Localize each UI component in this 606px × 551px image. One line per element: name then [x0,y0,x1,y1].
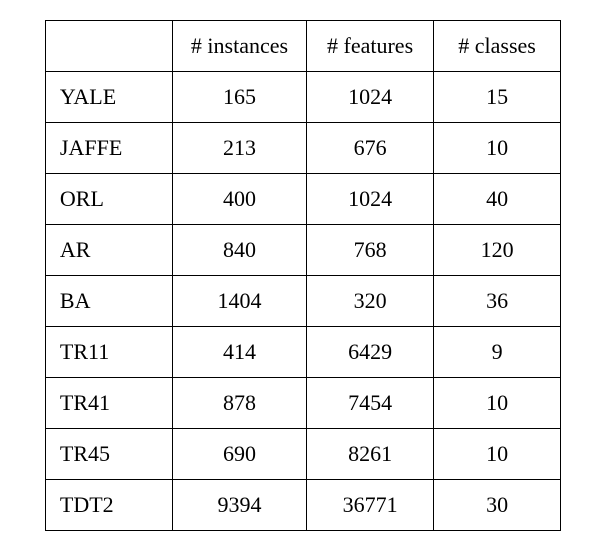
data-table: # instances # features # classes YALE 16… [45,20,561,531]
table-row: TR45 690 8261 10 [45,429,560,480]
row-label: TR11 [45,327,172,378]
cell-features: 8261 [307,429,434,480]
table-row: ORL 400 1024 40 [45,174,560,225]
cell-features: 6429 [307,327,434,378]
cell-classes: 36 [434,276,561,327]
cell-features: 36771 [307,480,434,531]
cell-instances: 1404 [172,276,306,327]
row-label: TR41 [45,378,172,429]
cell-instances: 9394 [172,480,306,531]
row-label: ORL [45,174,172,225]
table-row: AR 840 768 120 [45,225,560,276]
cell-instances: 690 [172,429,306,480]
cell-features: 320 [307,276,434,327]
row-label: JAFFE [45,123,172,174]
cell-features: 1024 [307,72,434,123]
table-row: TDT2 9394 36771 30 [45,480,560,531]
cell-features: 768 [307,225,434,276]
cell-features: 7454 [307,378,434,429]
table-row: JAFFE 213 676 10 [45,123,560,174]
header-empty [45,21,172,72]
header-features: # features [307,21,434,72]
header-instances: # instances [172,21,306,72]
table-row: TR41 878 7454 10 [45,378,560,429]
cell-instances: 414 [172,327,306,378]
row-label: TR45 [45,429,172,480]
cell-classes: 10 [434,378,561,429]
cell-instances: 165 [172,72,306,123]
header-row: # instances # features # classes [45,21,560,72]
row-label: AR [45,225,172,276]
cell-classes: 9 [434,327,561,378]
cell-instances: 840 [172,225,306,276]
cell-classes: 10 [434,123,561,174]
cell-classes: 120 [434,225,561,276]
row-label: YALE [45,72,172,123]
row-label: TDT2 [45,480,172,531]
cell-instances: 400 [172,174,306,225]
row-label: BA [45,276,172,327]
table-row: BA 1404 320 36 [45,276,560,327]
table-row: YALE 165 1024 15 [45,72,560,123]
cell-classes: 40 [434,174,561,225]
cell-classes: 30 [434,480,561,531]
cell-features: 676 [307,123,434,174]
cell-classes: 15 [434,72,561,123]
table-row: TR11 414 6429 9 [45,327,560,378]
cell-classes: 10 [434,429,561,480]
cell-instances: 878 [172,378,306,429]
cell-features: 1024 [307,174,434,225]
cell-instances: 213 [172,123,306,174]
header-classes: # classes [434,21,561,72]
